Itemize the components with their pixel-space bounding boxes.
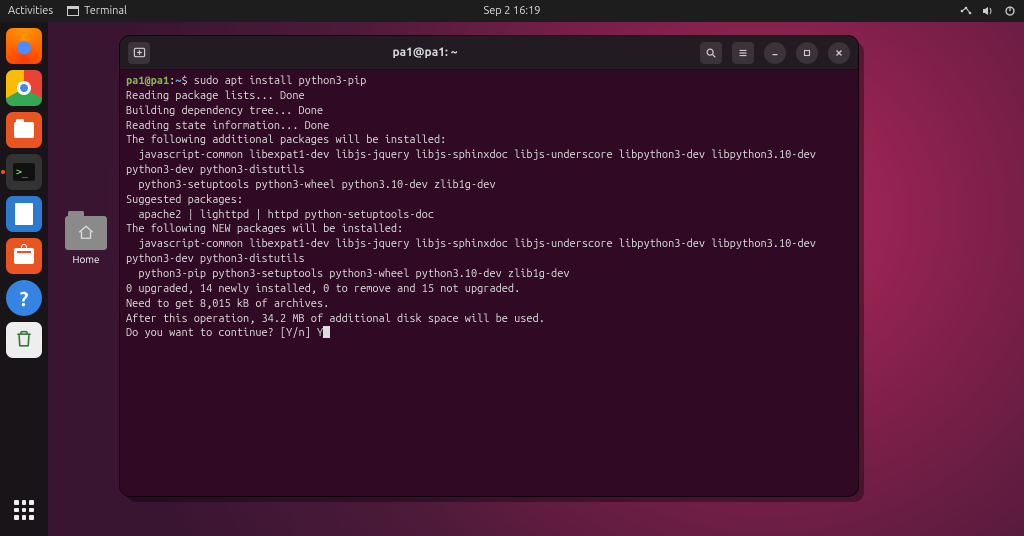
- dock-help[interactable]: ?: [6, 280, 42, 316]
- network-icon[interactable]: [960, 5, 972, 17]
- clock[interactable]: Sep 2 16:19: [483, 5, 540, 17]
- terminal-body[interactable]: pa1@pa1:~$ sudo apt install python3-pip …: [120, 70, 858, 496]
- dock-terminal[interactable]: >_: [6, 154, 42, 190]
- dock-firefox[interactable]: [6, 28, 42, 64]
- volume-icon[interactable]: [982, 5, 994, 17]
- top-bar: Activities Terminal Sep 2 16:19: [0, 0, 1024, 22]
- dock-files[interactable]: [6, 112, 42, 148]
- show-applications-button[interactable]: [6, 492, 42, 528]
- menu-button[interactable]: [732, 42, 754, 64]
- dock-chrome[interactable]: [6, 70, 42, 106]
- activities-button[interactable]: Activities: [8, 5, 53, 17]
- search-button[interactable]: [700, 42, 722, 64]
- terminal-window: pa1@pa1: ~ pa1@pa1:~$ sudo apt install p…: [120, 36, 858, 496]
- terminal-title: pa1@pa1: ~: [150, 46, 700, 59]
- dock: >_ ?: [0, 22, 48, 536]
- home-icon: [65, 216, 107, 250]
- dock-ubuntu-software[interactable]: [6, 238, 42, 274]
- topbar-active-app[interactable]: Terminal: [67, 5, 127, 17]
- dock-libreoffice-writer[interactable]: [6, 196, 42, 232]
- terminal-icon: [67, 6, 79, 16]
- desktop-home-label: Home: [58, 254, 114, 265]
- topbar-app-label: Terminal: [84, 5, 127, 17]
- minimize-button[interactable]: [764, 42, 786, 64]
- maximize-button[interactable]: [796, 42, 818, 64]
- close-button[interactable]: [828, 42, 850, 64]
- dock-trash[interactable]: [6, 322, 42, 358]
- new-tab-button[interactable]: [128, 42, 150, 64]
- terminal-titlebar[interactable]: pa1@pa1: ~: [120, 36, 858, 70]
- desktop-home-folder[interactable]: Home: [58, 216, 114, 265]
- power-icon[interactable]: [1004, 5, 1016, 17]
